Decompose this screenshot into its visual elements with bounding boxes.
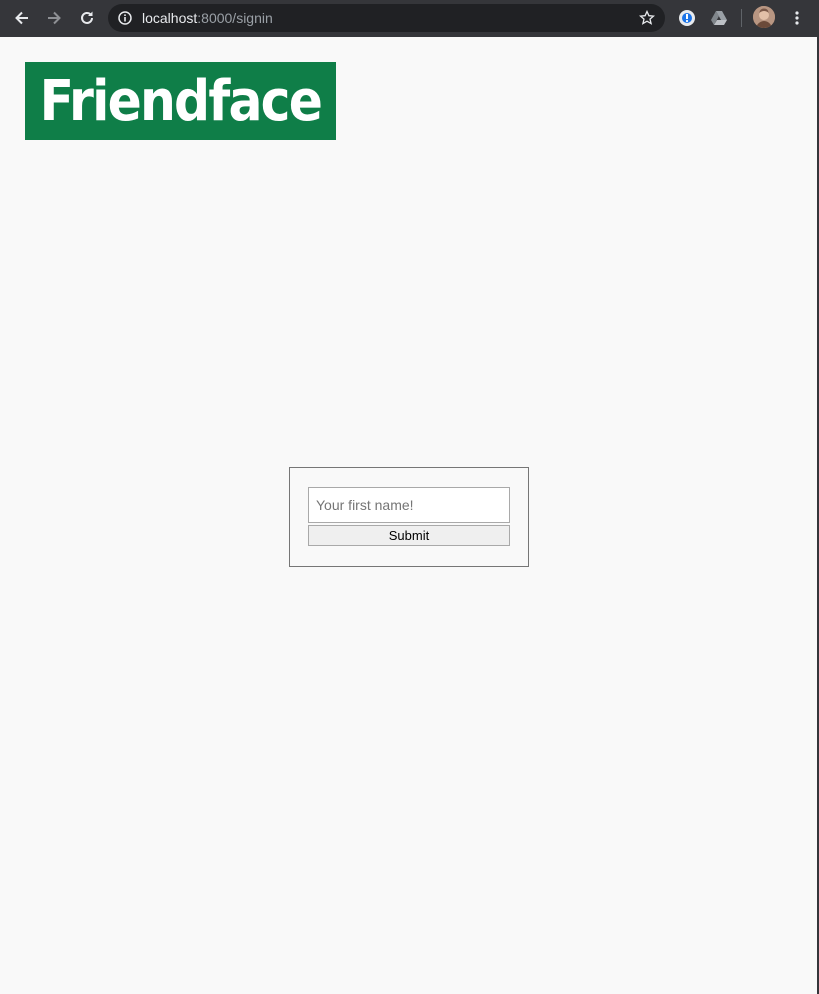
arrow-right-icon: [48, 11, 61, 25]
browser-menu-button[interactable]: [785, 6, 809, 30]
url-host: localhost: [142, 10, 198, 26]
password-extension-button[interactable]: [676, 7, 698, 29]
password-extension-icon: [679, 10, 695, 26]
toolbar-divider: [741, 9, 742, 27]
reload-button[interactable]: [75, 6, 99, 30]
address-bar[interactable]: localhost:8000/signin: [108, 4, 665, 32]
logo-text: Friendface: [39, 68, 323, 134]
profile-photo-icon: [753, 6, 775, 28]
kebab-menu-icon: [795, 11, 799, 25]
arrow-left-icon: [15, 11, 28, 25]
browser-toolbar: localhost:8000/signin: [0, 0, 819, 37]
signin-form: Submit: [289, 467, 529, 567]
submit-button[interactable]: Submit: [308, 525, 510, 546]
forward-button[interactable]: [42, 6, 66, 30]
info-icon[interactable]: [118, 11, 132, 25]
friendface-logo: Friendface: [25, 62, 336, 140]
url-path: :8000/signin: [197, 10, 273, 26]
url-text: localhost:8000/signin: [142, 11, 273, 25]
avatar[interactable]: [753, 6, 775, 28]
reload-icon: [81, 11, 93, 24]
first-name-input[interactable]: [308, 487, 510, 523]
drive-icon: [711, 11, 727, 25]
drive-extension-button[interactable]: [708, 7, 730, 29]
back-button[interactable]: [10, 6, 34, 30]
star-icon[interactable]: [639, 10, 655, 26]
